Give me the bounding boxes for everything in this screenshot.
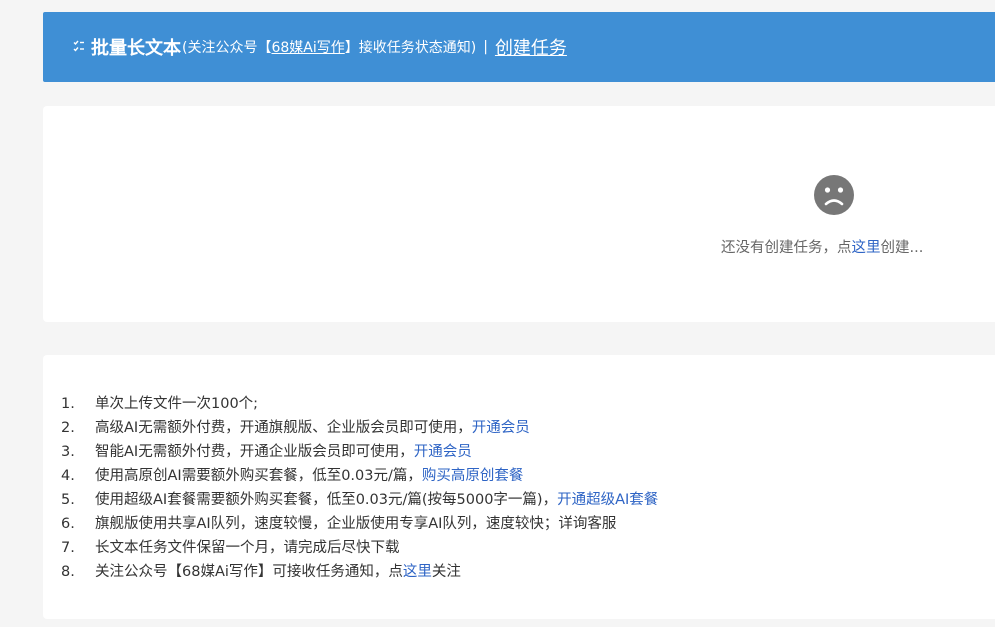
- follow-here-link[interactable]: 这里: [403, 560, 432, 584]
- list-item: 4. 使用高原创AI需要额外购买套餐，低至0.03元/篇， 购买高原创套餐: [61, 464, 658, 488]
- header-separator: |: [483, 39, 488, 55]
- page-title: 批量长文本: [91, 38, 181, 59]
- open-super-ai-package-link[interactable]: 开通超级AI套餐: [557, 488, 658, 512]
- list-item: 1. 单次上传文件一次100个;: [61, 396, 259, 412]
- list-item: 8. 关注公众号【68媒Ai写作】可接收任务通知，点 这里 关注: [61, 560, 658, 584]
- create-task-link[interactable]: 创建任务: [495, 34, 567, 60]
- page-header: 批量长文本 (关注公众号【68媒Ai写作】接收任务状态通知) | 创建任务: [43, 12, 995, 82]
- open-membership-link[interactable]: 开通会员: [414, 440, 472, 464]
- list-item: 3. 智能AI无需额外付费，开通企业版会员即可使用， 开通会员: [61, 440, 658, 464]
- empty-state-message: 还没有创建任务，点这里创建...: [721, 240, 924, 256]
- list-item: 2. 高级AI无需额外付费，开通旗舰版、企业版会员即可使用， 开通会员: [61, 416, 658, 440]
- list-item: 5. 使用超级AI套餐需要额外购买套餐，低至0.03元/篇(按每5000字一篇)，…: [61, 488, 658, 512]
- checklist-icon: [72, 40, 86, 54]
- official-account-name: 68媒Ai写作: [271, 40, 345, 56]
- notes-list: 1. 单次上传文件一次100个; 2. 高级AI无需额外付费，开通旗舰版、企业版会员…: [61, 392, 658, 584]
- task-list-panel: 还没有创建任务，点这里创建...: [43, 106, 995, 322]
- header-subtitle: (关注公众号【68媒Ai写作】接收任务状态通知): [182, 40, 477, 56]
- buy-original-package-link[interactable]: 购买高原创套餐: [422, 464, 524, 488]
- create-here-link[interactable]: 这里: [852, 240, 881, 256]
- notes-panel: 1. 单次上传文件一次100个; 2. 高级AI无需额外付费，开通旗舰版、企业版会员…: [43, 355, 995, 619]
- sad-face-icon: [814, 175, 854, 215]
- list-item: 6. 旗舰版使用共享AI队列，速度较慢，企业版使用专享AI队列，速度较快；详询客服: [61, 516, 617, 532]
- open-membership-link[interactable]: 开通会员: [472, 416, 530, 440]
- list-item: 7. 长文本任务文件保留一个月，请完成后尽快下载: [61, 540, 400, 556]
